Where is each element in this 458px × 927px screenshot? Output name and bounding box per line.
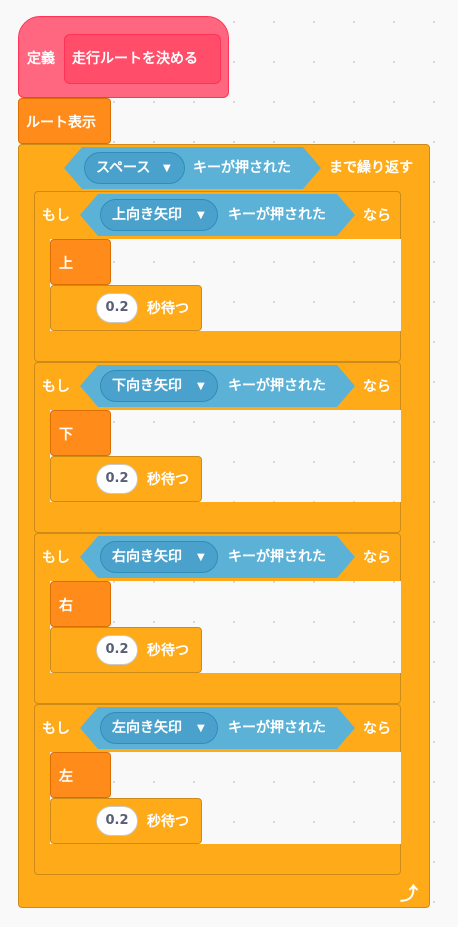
if-key-pressed: キーが押された bbox=[228, 207, 326, 223]
wait-seconds-input[interactable]: 0.2 bbox=[96, 635, 138, 665]
chevron-down-icon: ▼ bbox=[163, 163, 171, 174]
chevron-down-icon: ▼ bbox=[197, 381, 205, 392]
if-label: もし bbox=[42, 379, 70, 395]
wait-seconds-input[interactable]: 0.2 bbox=[96, 293, 138, 323]
direction-label: 左 bbox=[59, 769, 73, 785]
if-label: もし bbox=[42, 550, 70, 566]
if-then-label: なら bbox=[363, 379, 391, 395]
chevron-down-icon: ▼ bbox=[197, 210, 205, 221]
loop-arrow-icon: ⤴ bbox=[400, 884, 418, 905]
wait-label: 秒待つ bbox=[147, 814, 189, 830]
if-key-pressed: キーが押された bbox=[228, 549, 326, 565]
wait-seconds-input[interactable]: 0.2 bbox=[96, 464, 138, 494]
if-key-pressed: キーが押された bbox=[228, 720, 326, 736]
loop-key-pressed: キーが押された bbox=[193, 160, 291, 176]
direction-label: 下 bbox=[59, 427, 73, 443]
wait-label: 秒待つ bbox=[147, 472, 189, 488]
wait-seconds-input[interactable]: 0.2 bbox=[96, 806, 138, 836]
define-label: 定義 bbox=[27, 51, 55, 67]
direction-label: 右 bbox=[59, 598, 73, 614]
direction-label: 上 bbox=[59, 256, 73, 272]
if-then-label: なら bbox=[363, 550, 391, 566]
if-label: もし bbox=[42, 721, 70, 737]
chevron-down-icon: ▼ bbox=[197, 723, 205, 734]
wait-label: 秒待つ bbox=[147, 643, 189, 659]
if-key-option: 左向き矢印 bbox=[112, 720, 182, 736]
if-key-pressed: キーが押された bbox=[228, 378, 326, 394]
if-then-label: なら bbox=[363, 721, 391, 737]
if-key-option: 上向き矢印 bbox=[112, 207, 182, 223]
if-label: もし bbox=[42, 208, 70, 224]
define-name: 走行ルートを決める bbox=[72, 51, 198, 67]
if-key-option: 下向き矢印 bbox=[112, 378, 182, 394]
if-key-option: 右向き矢印 bbox=[112, 549, 182, 565]
chevron-down-icon: ▼ bbox=[197, 552, 205, 563]
wait-label: 秒待つ bbox=[147, 301, 189, 317]
route-display-label: ルート表示 bbox=[26, 115, 96, 131]
if-then-label: なら bbox=[363, 208, 391, 224]
loop-suffix: まで繰り返す bbox=[329, 160, 413, 176]
loop-key-option: スペース bbox=[96, 160, 151, 176]
